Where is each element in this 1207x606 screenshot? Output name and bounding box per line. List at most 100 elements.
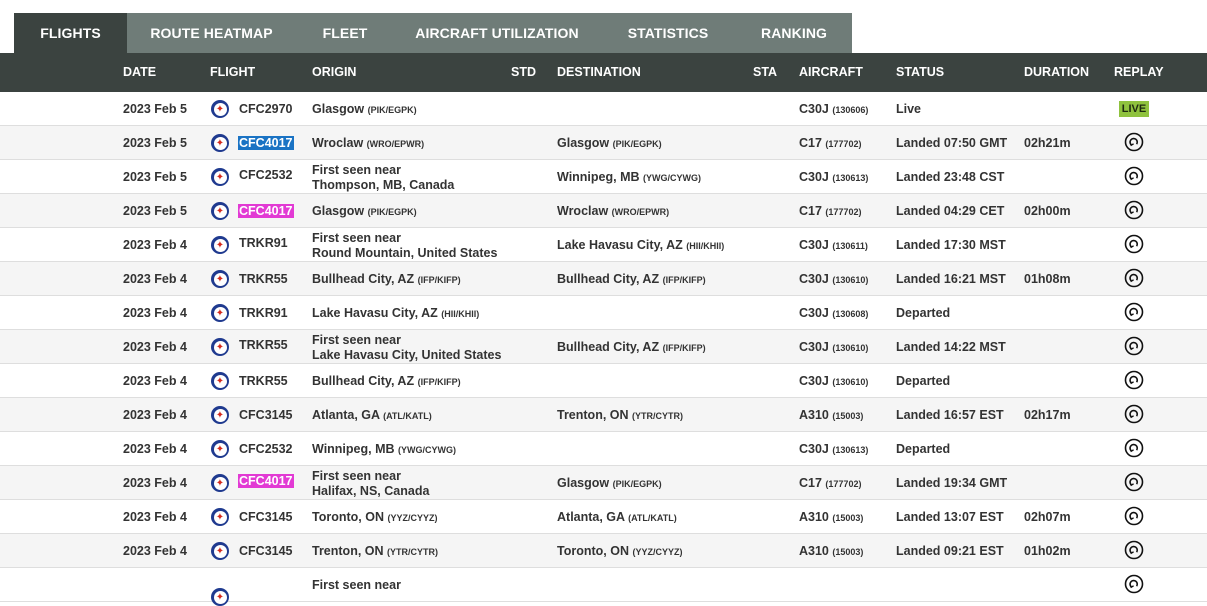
- aircraft-cell[interactable]: C17 (177702): [799, 466, 861, 501]
- flight-duration: 02h07m: [1024, 510, 1071, 524]
- flight-status: Landed 17:30 MST: [896, 238, 1006, 252]
- origin-location: Round Mountain, United States: [312, 246, 498, 260]
- replay-icon[interactable]: [1124, 166, 1144, 186]
- table-row[interactable]: 2023 Feb 5 ✦ CFC4017 Wroclaw (WRO/EPWR) …: [0, 126, 1207, 160]
- flight-number-link[interactable]: TRKR55: [238, 262, 289, 296]
- canada-roundel-icon: ✦: [211, 406, 229, 424]
- table-row[interactable]: 2023 Feb 5 ✦ CFC2532 First seen near Tho…: [0, 160, 1207, 194]
- replay-icon[interactable]: [1124, 506, 1144, 526]
- aircraft-cell[interactable]: C30J (130613): [799, 160, 868, 195]
- flight-number-link[interactable]: TRKR91: [238, 236, 289, 250]
- table-row[interactable]: 2023 Feb 4 ✦ CFC2532 Winnipeg, MB (YWG/C…: [0, 432, 1207, 466]
- flight-number-link[interactable]: CFC3145: [238, 500, 294, 534]
- origin-name: Winnipeg, MB: [312, 442, 395, 456]
- replay-icon[interactable]: [1124, 268, 1144, 288]
- aircraft-cell[interactable]: C30J (130610): [799, 364, 868, 399]
- replay-icon[interactable]: [1124, 404, 1144, 424]
- column-header-aircraft[interactable]: AIRCRAFT: [799, 53, 863, 92]
- aircraft-cell[interactable]: C30J (130611): [799, 228, 868, 263]
- replay-icon[interactable]: [1124, 574, 1144, 594]
- column-header-destination[interactable]: DESTINATION: [557, 53, 641, 92]
- replay-icon[interactable]: [1124, 370, 1144, 390]
- column-header-std[interactable]: STD: [511, 53, 536, 92]
- column-header-sta[interactable]: STA: [753, 53, 777, 92]
- aircraft-cell[interactable]: C30J (130613): [799, 432, 868, 467]
- replay-icon[interactable]: [1124, 132, 1144, 152]
- aircraft-cell[interactable]: C17 (177702): [799, 126, 861, 161]
- table-row[interactable]: 2023 Feb 5 ✦ CFC4017 Glasgow (PIK/EGPK) …: [0, 194, 1207, 228]
- table-row[interactable]: 2023 Feb 4 ✦ TRKR91 Lake Havasu City, AZ…: [0, 296, 1207, 330]
- column-header-status[interactable]: STATUS: [896, 53, 944, 92]
- flight-status: Landed 16:57 EST: [896, 408, 1004, 422]
- flight-number-link[interactable]: CFC3145: [238, 534, 294, 568]
- flight-date: 2023 Feb 4: [123, 408, 187, 422]
- replay-icon[interactable]: [1124, 234, 1144, 254]
- table-row[interactable]: 2023 Feb 4 ✦ CFC3145 Toronto, ON (YYZ/CY…: [0, 500, 1207, 534]
- flight-number-link[interactable]: CFC2970: [238, 92, 294, 126]
- replay-icon[interactable]: [1124, 302, 1144, 322]
- aircraft-registration: (130613): [832, 445, 869, 455]
- table-row[interactable]: 2023 Feb 4 ✦ TRKR55 Bullhead City, AZ (I…: [0, 364, 1207, 398]
- origin-cell: First seen near Thompson, MB, Canada: [312, 163, 454, 192]
- aircraft-cell[interactable]: C30J (130610): [799, 330, 868, 365]
- tab-flights[interactable]: FLIGHTS: [14, 13, 127, 53]
- canada-roundel-icon: ✦: [211, 202, 229, 220]
- replay-icon[interactable]: [1124, 438, 1144, 458]
- replay-icon[interactable]: [1124, 200, 1144, 220]
- flight-number-link[interactable]: CFC2532: [238, 168, 294, 182]
- tab-statistics[interactable]: STATISTICS: [600, 13, 736, 53]
- live-badge[interactable]: LIVE: [1119, 101, 1149, 117]
- table-row[interactable]: 2023 Feb 4 ✦ CFC4017 First seen near Hal…: [0, 466, 1207, 500]
- destination-code: (PIK/EGPK): [612, 139, 662, 149]
- table-row[interactable]: 2023 Feb 4 ✦ CFC3145 Atlanta, GA (ATL/KA…: [0, 398, 1207, 432]
- origin-code: (HII/KHII): [441, 309, 480, 319]
- replay-icon[interactable]: [1124, 336, 1144, 356]
- destination-name: Lake Havasu City, AZ: [557, 238, 683, 252]
- canada-roundel-icon: ✦: [211, 100, 229, 118]
- table-row[interactable]: 2023 Feb 4 ✦ TRKR55 Bullhead City, AZ (I…: [0, 262, 1207, 296]
- flight-date: 2023 Feb 4: [123, 306, 187, 320]
- table-row[interactable]: 2023 Feb 4 ✦ TRKR91 First seen near Roun…: [0, 228, 1207, 262]
- aircraft-registration: (15003): [832, 411, 864, 421]
- aircraft-cell[interactable]: C17 (177702): [799, 194, 861, 229]
- aircraft-cell[interactable]: C30J (130606): [799, 92, 868, 127]
- flight-number-link[interactable]: TRKR55: [238, 364, 289, 398]
- column-header-origin[interactable]: ORIGIN: [312, 53, 356, 92]
- column-header-flight[interactable]: FLIGHT: [210, 53, 255, 92]
- table-row[interactable]: 2023 Feb 5 ✦ CFC2970 Glasgow (PIK/EGPK) …: [0, 92, 1207, 126]
- table-row[interactable]: ✦ First seen near: [0, 568, 1207, 606]
- tab-fleet[interactable]: FLEET: [296, 13, 394, 53]
- canada-roundel-icon: ✦: [211, 372, 229, 390]
- flight-number-link[interactable]: CFC4017: [238, 126, 294, 160]
- origin-name: Atlanta, GA: [312, 408, 380, 422]
- tab-aircraft-utilization[interactable]: AIRCRAFT UTILIZATION: [394, 13, 600, 53]
- aircraft-cell[interactable]: A310 (15003): [799, 500, 863, 535]
- aircraft-type: C30J: [799, 170, 829, 184]
- column-header-date[interactable]: DATE: [123, 53, 156, 92]
- flight-date: 2023 Feb 5: [123, 170, 187, 184]
- origin-code: (PIK/EGPK): [367, 105, 417, 115]
- tab-route-heatmap[interactable]: ROUTE HEATMAP: [127, 13, 296, 53]
- aircraft-type: A310: [799, 510, 829, 524]
- flight-number-link[interactable]: CFC3145: [238, 398, 294, 432]
- table-row[interactable]: 2023 Feb 4 ✦ TRKR55 First seen near Lake…: [0, 330, 1207, 364]
- replay-icon[interactable]: [1124, 540, 1144, 560]
- tab-ranking[interactable]: RANKING: [736, 13, 852, 53]
- origin-code: (IFP/KIFP): [417, 377, 461, 387]
- aircraft-cell[interactable]: C30J (130608): [799, 296, 868, 331]
- flight-number-link[interactable]: CFC4017: [238, 474, 294, 488]
- flight-number-link[interactable]: TRKR55: [238, 338, 289, 352]
- replay-icon[interactable]: [1124, 472, 1144, 492]
- aircraft-cell[interactable]: C30J (130610): [799, 262, 868, 297]
- aircraft-cell[interactable]: A310 (15003): [799, 398, 863, 433]
- table-row[interactable]: 2023 Feb 4 ✦ CFC3145 Trenton, ON (YTR/CY…: [0, 534, 1207, 568]
- origin-code: (YWG/CYWG): [398, 445, 456, 455]
- aircraft-type: C30J: [799, 272, 829, 286]
- flight-number-link[interactable]: CFC4017: [238, 194, 294, 228]
- flight-number-link[interactable]: [238, 568, 240, 602]
- flights-table-body: 2023 Feb 5 ✦ CFC2970 Glasgow (PIK/EGPK) …: [0, 92, 1207, 606]
- column-header-duration[interactable]: DURATION: [1024, 53, 1089, 92]
- aircraft-cell[interactable]: A310 (15003): [799, 534, 863, 569]
- flight-number-link[interactable]: TRKR91: [238, 296, 289, 330]
- flight-number-link[interactable]: CFC2532: [238, 432, 294, 466]
